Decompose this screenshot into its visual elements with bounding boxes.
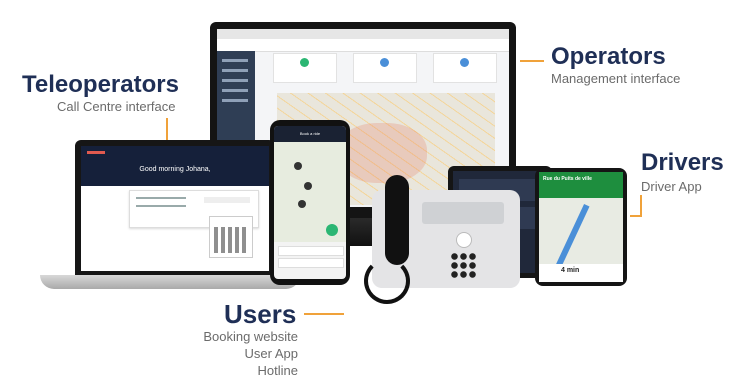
route-line: [554, 204, 590, 270]
phone-handset-icon: [385, 175, 409, 265]
app-header: Book a ride: [274, 126, 346, 142]
user-app-screen: Book a ride: [274, 126, 346, 279]
map-marker-icon: [298, 200, 306, 208]
drivers-connector-v: [640, 195, 642, 217]
status-card: [433, 53, 497, 83]
status-card: [353, 53, 417, 83]
user-map: [274, 142, 346, 242]
form-line: [136, 205, 186, 207]
teleoperators-title: Teleoperators: [22, 71, 179, 98]
form-line: [136, 197, 186, 199]
users-line-booking: Booking website: [203, 329, 298, 344]
operators-connector: [520, 60, 544, 62]
nav-street: Rue du Puits de ville: [543, 176, 592, 182]
users-title: Users: [224, 299, 297, 329]
desk-phone-display: [422, 202, 504, 224]
browser-tab-bar: [217, 29, 509, 39]
teleoperator-header: Good morning Johana,: [81, 146, 269, 186]
pickup-field[interactable]: [278, 246, 344, 256]
teleoperator-greeting: Good morning Johana,: [139, 166, 211, 173]
smartphone-device: Book a ride: [270, 120, 350, 285]
teleoperators-subtitle: Call Centre interface: [57, 99, 176, 114]
laptop-device: Good morning Johana,: [75, 140, 275, 275]
dropoff-field[interactable]: [278, 258, 344, 268]
app-logo: [87, 151, 105, 154]
driver-phone-device: Rue du Puits de ville 4 min: [535, 168, 627, 286]
clock-icon: [460, 58, 469, 67]
teleoperators-connector: [166, 118, 168, 140]
browser-url-bar: [217, 39, 509, 52]
driver-app-screen: Rue du Puits de ville 4 min: [539, 172, 623, 282]
date-picker[interactable]: [209, 216, 253, 258]
operators-subtitle: Management interface: [551, 71, 681, 86]
teleoperator-screen: Good morning Johana,: [81, 146, 269, 271]
status-card: [273, 53, 337, 83]
users-connector: [304, 313, 344, 315]
clock-icon: [380, 58, 389, 67]
drivers-subtitle: Driver App: [641, 179, 702, 194]
users-line-hotline: Hotline: [257, 363, 298, 378]
calendar-grid: [214, 227, 248, 253]
nav-eta: 4 min: [561, 267, 580, 274]
date-field[interactable]: [204, 197, 250, 203]
nav-button[interactable]: [456, 232, 472, 248]
sidebar-item: [222, 59, 248, 62]
status-icon: [300, 58, 309, 67]
map-marker-icon: [294, 162, 302, 170]
sidebar-item: [222, 99, 248, 102]
handset-cord: [364, 258, 410, 304]
operators-title: Operators: [551, 43, 666, 70]
sidebar-item: [222, 69, 248, 72]
nav-instruction-banner: Rue du Puits de ville: [539, 172, 623, 198]
map-zone: [337, 123, 427, 183]
keypad-icon: [450, 252, 478, 278]
users-line-app: User App: [244, 346, 298, 361]
drivers-title: Drivers: [641, 149, 724, 176]
locate-button[interactable]: [326, 224, 338, 236]
laptop-base: [40, 275, 300, 289]
app-header-title: Book a ride: [299, 131, 321, 136]
sidebar-item: [222, 79, 248, 82]
sidebar-item: [222, 89, 248, 92]
nav-bottom-bar: 4 min: [539, 264, 623, 282]
map-marker-icon: [304, 182, 312, 190]
